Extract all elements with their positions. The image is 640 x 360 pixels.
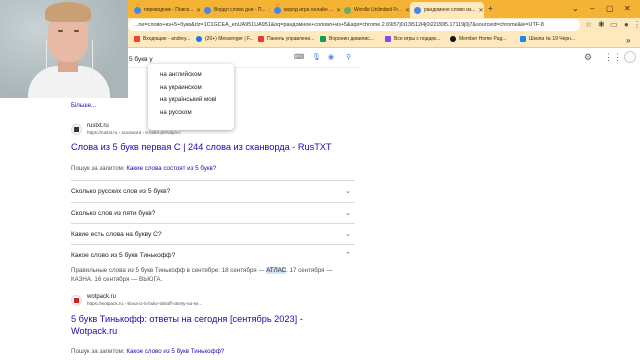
- faq-item[interactable]: Сколько слов из пяти букв? ⌄: [71, 202, 355, 224]
- chevron-down-icon: ⌄: [345, 188, 351, 195]
- google-icon: [134, 6, 141, 14]
- extensions-icon[interactable]: ✱: [598, 20, 605, 29]
- tab-label: Вордл слово дня - П...: [214, 7, 266, 13]
- tab-wordle-of-day[interactable]: Вордл слово дня - П... ✕: [200, 2, 270, 18]
- suggestion-item[interactable]: на английском: [148, 69, 234, 82]
- tab-random-word[interactable]: рандомное слово из... ✕: [410, 2, 484, 18]
- bookmark-label: Воронин дивилис...: [329, 36, 374, 42]
- tab-label: переводчик - Поиск...: [144, 7, 194, 13]
- tab-wordle-online[interactable]: ворлд игра онлайн ... ✕: [270, 2, 340, 18]
- google-icon: [414, 6, 421, 14]
- bookmark-label: (20+) Messenger | F...: [205, 36, 254, 42]
- result-source[interactable]: rustxt.ru https://rustxt.ru › scanword ›…: [71, 123, 181, 136]
- result-title[interactable]: 5 букв Тинькофф: ответы на сегодня [сент…: [71, 313, 311, 337]
- faq-item[interactable]: Какие есть слова на букву С? ⌄: [71, 223, 355, 245]
- site-url: https://rustxt.ru › scanword › 5-bukv-pe…: [87, 130, 181, 135]
- bookmark-member-home[interactable]: Member Home Pag...: [450, 36, 507, 42]
- menu-icon[interactable]: ⋮: [633, 20, 640, 29]
- result-source[interactable]: wotpack.ru https://wotpack.ru › slova-iz…: [71, 294, 202, 307]
- bookmark-label: Все игры с подарк...: [394, 36, 441, 42]
- faq-question: Какие есть слова на букву С?: [71, 231, 162, 238]
- youtube-icon: [258, 36, 264, 42]
- new-tab-icon[interactable]: +: [488, 4, 493, 13]
- google-icon: [204, 6, 211, 14]
- microphone-icon[interactable]: 🎙: [312, 53, 321, 61]
- tab-search-icon[interactable]: ⌄: [572, 4, 579, 13]
- lens-icon[interactable]: ◉: [328, 53, 334, 61]
- autocomplete-dropdown: на английском на украинском на українськ…: [148, 64, 234, 130]
- answer-text: Правильные слова из 5 букв Тинькофф в се…: [71, 267, 267, 274]
- search-icon[interactable]: ⚲: [346, 53, 351, 61]
- facebook-icon: [196, 36, 202, 42]
- tab-label: Wordle Unlimited Fr...: [354, 7, 402, 13]
- bookmark-label: Входящие - andrey...: [143, 36, 191, 42]
- tab-label: ворлд игра онлайн ...: [284, 7, 334, 13]
- chevron-down-icon: ⌄: [345, 231, 351, 238]
- related-prefix: Пошук за запитом:: [71, 165, 125, 172]
- gmail-icon: [134, 36, 140, 42]
- sidebar-icon[interactable]: ▭: [610, 20, 618, 29]
- apps-icon[interactable]: ⋮⋮: [604, 52, 622, 63]
- faq-question: Сколько слов из пяти букв?: [71, 210, 156, 217]
- site-url: https://wotpack.ru › slova-iz-5-bukv-tin…: [87, 301, 203, 306]
- bookmark-label: Школа № 19 Черн...: [529, 36, 576, 42]
- avatar[interactable]: [624, 51, 636, 63]
- faq-item-expanded[interactable]: Какое слово из 5 букв Тинькофф? ⌃: [71, 244, 355, 266]
- keyboard-icon[interactable]: ⌨: [294, 53, 304, 61]
- webcam-overlay: [0, 0, 128, 98]
- site-name: wotpack.ru: [87, 294, 117, 300]
- google-icon: [274, 6, 281, 14]
- more-bookmarks-icon[interactable]: »: [626, 36, 630, 45]
- minimize-icon[interactable]: –: [590, 4, 594, 13]
- site-name: rustxt.ru: [87, 123, 109, 129]
- close-icon[interactable]: ✕: [478, 7, 483, 14]
- site-favicon-icon: [71, 124, 82, 135]
- tab-label: рандомное слово из...: [424, 7, 476, 13]
- settings-icon[interactable]: ⚙: [584, 52, 592, 63]
- suggestion-item[interactable]: на український мові: [148, 94, 234, 107]
- bookmark-school[interactable]: Школа № 19 Черн...: [520, 36, 575, 42]
- site-icon: [450, 36, 456, 42]
- bookmark-label: Панель управлени...: [267, 36, 315, 42]
- bookmark-games[interactable]: Все игры с подарк...: [385, 36, 441, 42]
- site-favicon-icon: [71, 295, 82, 306]
- chevron-up-icon: ⌃: [345, 252, 351, 259]
- bookmark-voronin[interactable]: Воронин дивилис...: [320, 36, 374, 42]
- faq-question: Какое слово из 5 букв Тинькофф?: [71, 252, 176, 259]
- tab-translator[interactable]: переводчик - Поиск... ✕: [130, 2, 200, 18]
- browser-window: переводчик - Поиск... ✕ Вордл слово дня …: [0, 0, 640, 360]
- address-bar[interactable]: ...ne=слово+из+5+букв&rlz=1C1GCEA_enUA95…: [128, 19, 580, 31]
- faq-answer: Правильные слова из 5 букв Тинькофф в се…: [71, 266, 355, 284]
- related-search: Пошук за запитом: Какие слова состоят из…: [71, 165, 216, 172]
- suggestion-item[interactable]: на украинском: [148, 82, 234, 95]
- game-icon: [385, 36, 391, 42]
- suggestion-item[interactable]: на русском: [148, 107, 234, 120]
- wordle-icon: [344, 6, 351, 14]
- site-icon: [520, 36, 526, 42]
- related-search: Пошук за запитом: Какое слово из 5 букв …: [71, 348, 224, 355]
- more-link[interactable]: Більше...: [71, 103, 96, 109]
- bookmark-inbox[interactable]: Входящие - andrey...: [134, 36, 190, 42]
- profile-icon[interactable]: ●: [624, 20, 629, 29]
- faq-item[interactable]: Сколько русских слов из 5 букв? ⌄: [71, 180, 355, 202]
- faq-question: Сколько русских слов из 5 букв?: [71, 188, 171, 195]
- result-title[interactable]: Слова из 5 букв первая С | 244 слова из …: [71, 141, 332, 153]
- maximize-icon[interactable]: ▢: [606, 4, 614, 13]
- chevron-down-icon: ⌄: [345, 210, 351, 217]
- tab-wordle-unlimited[interactable]: Wordle Unlimited Fr... ✕: [340, 2, 410, 18]
- star-icon[interactable]: ☆: [585, 20, 592, 29]
- close-window-icon[interactable]: ✕: [624, 4, 631, 13]
- related-prefix: Пошук за запитом:: [71, 348, 125, 355]
- bookmark-label: Member Home Pag...: [459, 36, 507, 42]
- site-icon: [320, 36, 326, 42]
- answer-highlight: АТЛАС: [266, 267, 287, 274]
- bookmark-messenger[interactable]: (20+) Messenger | F...: [196, 36, 254, 42]
- related-link[interactable]: Какие слова состоят из 5 букв?: [126, 165, 216, 172]
- bookmark-control-panel[interactable]: Панель управлени...: [258, 36, 314, 42]
- related-link[interactable]: Какое слово из 5 букв Тинькофф?: [126, 348, 224, 355]
